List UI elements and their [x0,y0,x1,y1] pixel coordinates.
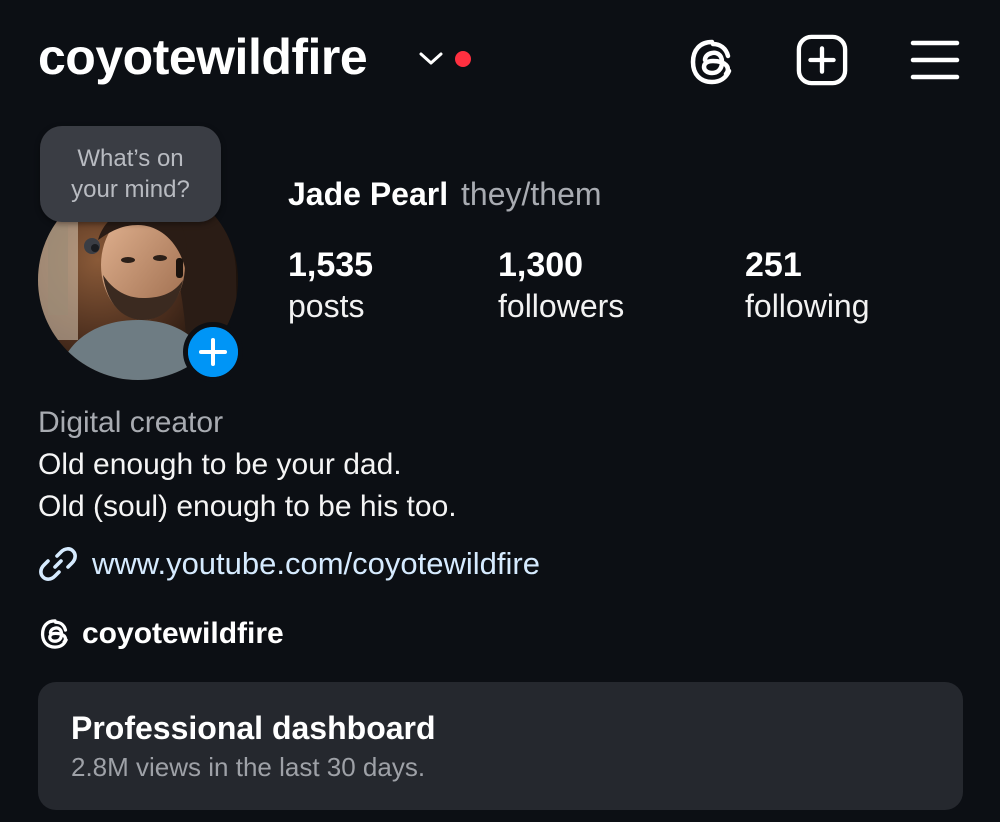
name-line: Jade Pearl they/them [288,176,602,213]
threads-badge[interactable]: coyotewildfire [38,612,284,656]
pronouns: they/them [461,176,602,212]
professional-dashboard-card[interactable]: Professional dashboard 2.8M views in the… [38,682,963,810]
chevron-down-icon[interactable] [418,48,444,68]
posts-count: 1,535 [288,246,374,284]
dashboard-subtitle: 2.8M views in the last 30 days. [71,752,426,782]
username-switcher[interactable]: coyotewildfire [38,28,368,86]
bio-link[interactable]: www.youtube.com/coyotewildfire [38,542,540,586]
following-label: following [745,288,870,324]
threads-icon [40,619,68,649]
notification-dot [455,51,471,67]
threads-icon[interactable] [686,36,738,88]
link-icon [39,547,77,581]
stat-followers[interactable]: 1,300 followers [498,246,624,328]
add-story-button[interactable] [183,322,243,382]
display-name: Jade Pearl [288,176,449,212]
menu-icon[interactable] [910,38,960,82]
followers-count: 1,300 [498,246,584,284]
threads-handle: coyotewildfire [82,617,284,650]
following-count: 251 [745,246,802,284]
followers-label: followers [498,288,625,324]
link-text[interactable]: www.youtube.com/coyotewildfire [92,546,540,582]
note-tail-dot [91,244,99,252]
profile-page: coyotewildfire What’s on your mind? Jade… [0,0,1000,822]
bio-line: Old (soul) enough to be his too. [38,490,457,523]
stat-posts[interactable]: 1,535 posts [288,246,373,328]
create-icon[interactable] [796,34,848,86]
category-label: Digital creator [38,406,224,439]
note-text: What’s on your mind? [71,145,190,203]
note-bubble[interactable]: What’s on your mind? [40,126,221,222]
stat-following[interactable]: 251 following [745,246,870,328]
bio-line: Old enough to be your dad. [38,448,402,481]
dashboard-title: Professional dashboard [71,710,436,746]
posts-label: posts [288,288,365,324]
